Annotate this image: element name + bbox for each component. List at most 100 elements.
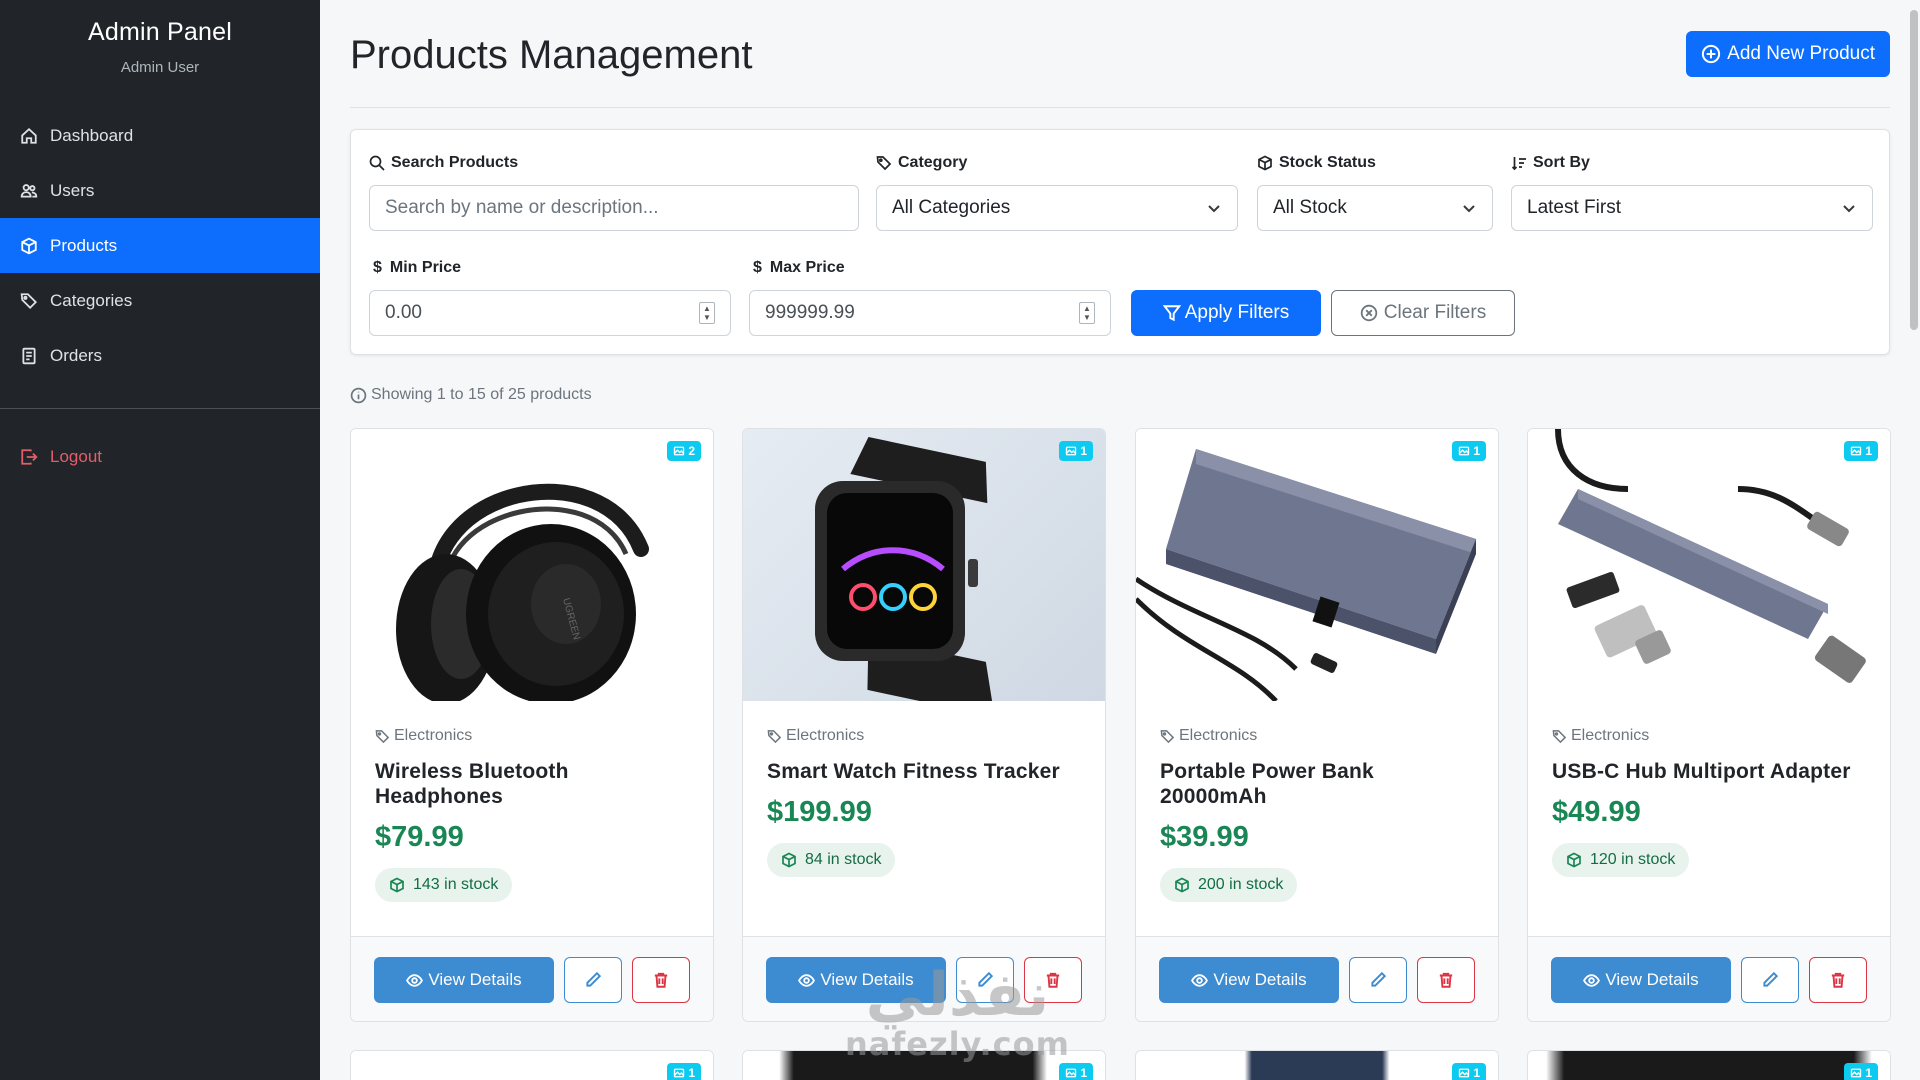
stock-label-text: Stock Status bbox=[1279, 154, 1376, 171]
category-select[interactable]: All Categories bbox=[876, 185, 1238, 231]
product-image[interactable]: 1 bbox=[743, 429, 1105, 701]
stock-badge: 84 in stock bbox=[767, 843, 896, 877]
images-icon bbox=[674, 1068, 685, 1078]
page-scrollbar[interactable] bbox=[1910, 10, 1918, 330]
dollar-icon: $ bbox=[753, 259, 762, 276]
min-price-input[interactable]: 0.00 ▲ ▼ bbox=[369, 290, 731, 336]
filters-card: Search Products Search by name or descri… bbox=[350, 129, 1890, 355]
tag-icon bbox=[1552, 729, 1567, 743]
max-price-input[interactable]: 999999.99 ▲ ▼ bbox=[749, 290, 1111, 336]
view-details-button[interactable]: View Details bbox=[1159, 957, 1339, 1003]
max-price-label: $ Max Price bbox=[753, 259, 845, 277]
sort-label-text: Sort By bbox=[1533, 154, 1590, 171]
image-count-badge: 1 bbox=[667, 1063, 701, 1080]
product-price: $199.99 bbox=[767, 796, 872, 828]
stock-badge: 120 in stock bbox=[1552, 843, 1690, 877]
apply-filters-button[interactable]: Apply Filters bbox=[1131, 290, 1321, 336]
product-card: 1 bbox=[1527, 1050, 1891, 1080]
image-count-badge: 1 bbox=[1844, 441, 1878, 461]
trash-icon bbox=[1439, 972, 1453, 988]
view-details-button[interactable]: View Details bbox=[374, 957, 554, 1003]
product-card-body: Electronics Wireless Bluetooth Headphone… bbox=[375, 727, 691, 902]
sidebar-item-dashboard[interactable]: Dashboard bbox=[0, 108, 320, 163]
add-product-button[interactable]: Add New Product bbox=[1686, 30, 1890, 77]
stock-select[interactable]: All Stock bbox=[1257, 185, 1493, 231]
x-circle-icon bbox=[1360, 304, 1378, 322]
product-card: 1 bbox=[350, 1050, 714, 1080]
page-title: Products Management bbox=[350, 33, 753, 77]
smartwatch-image bbox=[815, 436, 995, 701]
stock-label: Stock Status bbox=[1257, 154, 1376, 172]
stock-text: 84 in stock bbox=[805, 851, 882, 868]
edit-button[interactable] bbox=[1349, 957, 1407, 1003]
delete-button[interactable] bbox=[632, 957, 690, 1003]
image-count-badge: 1 bbox=[1844, 1063, 1878, 1080]
sidebar-item-logout[interactable]: Logout bbox=[0, 429, 320, 484]
image-count: 1 bbox=[1080, 1066, 1087, 1080]
image-count: 1 bbox=[1080, 444, 1087, 458]
number-spinner[interactable]: ▲ ▼ bbox=[1079, 302, 1095, 324]
product-image[interactable]: UGREEN 2 bbox=[351, 429, 713, 701]
images-icon bbox=[1066, 446, 1077, 456]
product-image[interactable] bbox=[1136, 1051, 1498, 1080]
number-spinner[interactable]: ▲ ▼ bbox=[699, 302, 715, 324]
stock-value: All Stock bbox=[1273, 197, 1347, 218]
apply-filters-label: Apply Filters bbox=[1184, 302, 1290, 323]
search-placeholder: Search by name or description... bbox=[385, 197, 659, 218]
sidebar-item-label: Categories bbox=[50, 290, 133, 310]
sidebar-item-users[interactable]: Users bbox=[0, 163, 320, 218]
sidebar-item-categories[interactable]: Categories bbox=[0, 273, 320, 328]
product-name: Wireless Bluetooth Headphones bbox=[375, 760, 569, 808]
max-price-value: 999999.99 bbox=[765, 302, 855, 323]
product-category: Electronics bbox=[767, 727, 1083, 745]
product-price: $79.99 bbox=[375, 821, 464, 853]
main-content: Products Management Add New Product Sear… bbox=[350, 0, 1891, 1080]
view-details-button[interactable]: View Details bbox=[1551, 957, 1731, 1003]
images-icon bbox=[1459, 446, 1470, 456]
category-label: Category bbox=[876, 154, 967, 172]
sidebar-item-label: Dashboard bbox=[50, 125, 134, 145]
clear-filters-label: Clear Filters bbox=[1383, 302, 1487, 323]
edit-button[interactable] bbox=[564, 957, 622, 1003]
image-count: 1 bbox=[1473, 444, 1480, 458]
tag-icon bbox=[767, 729, 782, 743]
add-product-label: Add New Product bbox=[1727, 42, 1875, 64]
clear-filters-button[interactable]: Clear Filters bbox=[1331, 290, 1515, 336]
edit-button[interactable] bbox=[1741, 957, 1799, 1003]
product-image[interactable] bbox=[351, 1051, 713, 1080]
brand-title: Admin Panel bbox=[88, 18, 232, 46]
min-price-label: $ Min Price bbox=[373, 259, 461, 277]
images-icon bbox=[1459, 1068, 1470, 1078]
trash-icon bbox=[654, 972, 668, 988]
product-image[interactable] bbox=[1528, 1051, 1890, 1080]
box-icon bbox=[1175, 877, 1189, 893]
sidebar-item-orders[interactable]: Orders bbox=[0, 328, 320, 383]
product-image[interactable]: 1 bbox=[1528, 429, 1890, 701]
eye-icon bbox=[798, 973, 816, 987]
product-card-body: Electronics Portable Power Bank 20000mAh… bbox=[1160, 727, 1476, 902]
sidebar-item-label: Orders bbox=[50, 345, 102, 365]
min-price-value: 0.00 bbox=[385, 302, 422, 323]
image-count: 1 bbox=[1473, 1066, 1480, 1080]
stock-text: 120 in stock bbox=[1590, 851, 1676, 868]
image-count: 1 bbox=[1865, 444, 1872, 458]
search-input[interactable]: Search by name or description... bbox=[369, 185, 859, 231]
pencil-icon bbox=[1371, 971, 1387, 987]
plus-circle-icon bbox=[1702, 44, 1721, 63]
image-count-badge: 1 bbox=[1059, 1063, 1093, 1080]
people-icon bbox=[20, 183, 38, 198]
stock-text: 200 in stock bbox=[1198, 876, 1284, 893]
max-price-label-text: Max Price bbox=[769, 259, 845, 276]
product-card: 1 Electronics Smart Watch Fitness Tracke… bbox=[742, 428, 1106, 1022]
house-icon bbox=[21, 127, 37, 144]
product-name: Smart Watch Fitness Tracker bbox=[767, 760, 1060, 783]
delete-button[interactable] bbox=[1417, 957, 1475, 1003]
pencil-icon bbox=[1763, 971, 1779, 987]
sidebar-item-products[interactable]: Products bbox=[0, 218, 320, 273]
sort-select[interactable]: Latest First bbox=[1511, 185, 1873, 231]
sidebar: Admin Panel Admin User Dashboard Users P… bbox=[0, 0, 320, 1080]
eye-icon bbox=[1191, 973, 1209, 987]
eye-icon bbox=[1583, 973, 1601, 987]
product-image[interactable]: 1 bbox=[1136, 429, 1498, 701]
delete-button[interactable] bbox=[1809, 957, 1867, 1003]
